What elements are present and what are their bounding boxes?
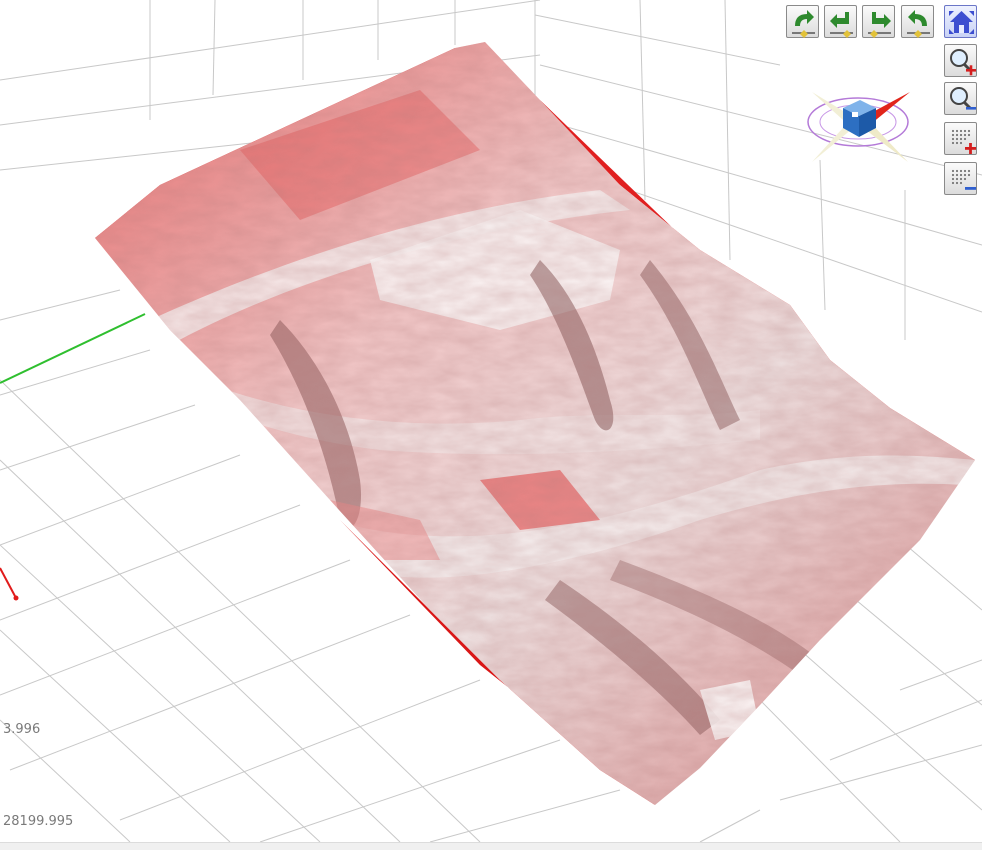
grid-minus-icon: [951, 169, 976, 190]
zoom-in-icon: [950, 49, 976, 76]
rotate-right-button[interactable]: [901, 5, 934, 38]
zoom-in-button[interactable]: [944, 44, 977, 77]
x-axis-line: [0, 313, 146, 384]
rotate-down-right-button[interactable]: [862, 5, 895, 38]
rotate-down-left-button[interactable]: [824, 5, 857, 38]
zoom-out-icon: [950, 87, 976, 110]
home-icon: [949, 11, 974, 34]
point-density-increase-button[interactable]: [944, 122, 977, 155]
y-axis-tip: [13, 595, 19, 601]
rotate-down-right-icon: [868, 12, 891, 38]
zoom-out-button[interactable]: [944, 82, 977, 115]
home-view-button[interactable]: [944, 5, 977, 38]
rotate-left-icon: [792, 10, 815, 38]
navigation-compass[interactable]: [807, 92, 910, 162]
rotate-down-left-icon: [830, 12, 853, 38]
terrain-surface[interactable]: [90, 40, 982, 820]
point-density-decrease-button[interactable]: [944, 162, 977, 195]
rotate-right-icon: [907, 10, 930, 38]
rotate-left-button[interactable]: [786, 5, 819, 38]
coord-label-1: 3.996: [3, 722, 41, 737]
3d-viewport[interactable]: [0, 0, 982, 849]
coord-label-2: 28199.995: [3, 814, 74, 829]
grid-plus-icon: [951, 129, 976, 154]
y-axis-line: [0, 567, 17, 599]
